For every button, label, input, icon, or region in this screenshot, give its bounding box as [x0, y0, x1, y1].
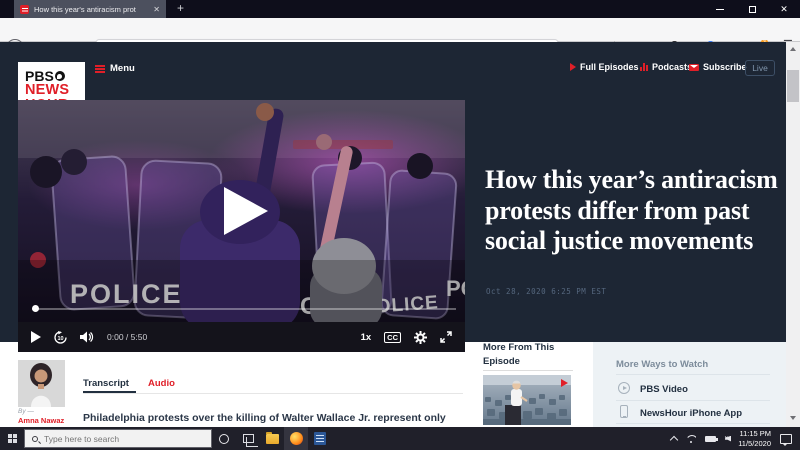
sidebar-item-pbs-video[interactable]: PBS Video: [640, 384, 688, 395]
scroll-up-arrow[interactable]: [790, 47, 796, 51]
author-photo[interactable]: [18, 360, 65, 412]
scrollbar-thumb[interactable]: [787, 70, 799, 102]
browser-titlebar: How this year's antiracism prot ✕ + ✕: [0, 0, 800, 18]
logo-news-text: NEWS: [25, 83, 85, 98]
video-player[interactable]: POLICE POLICE POLICE POLICE: [18, 100, 465, 352]
start-button[interactable]: [0, 427, 24, 450]
window-minimize-button[interactable]: [704, 0, 736, 18]
episode-play-icon: [561, 379, 568, 387]
rewind-10-icon[interactable]: 10: [54, 331, 67, 344]
cortana-icon: [219, 434, 229, 444]
site-favicon: [20, 5, 29, 14]
fullscreen-icon[interactable]: [440, 331, 452, 343]
firefox-icon: [290, 432, 303, 445]
play-button-icon[interactable]: [31, 331, 41, 343]
word-taskbar-button[interactable]: [308, 427, 332, 450]
tab-close-icon[interactable]: ✕: [153, 5, 160, 14]
video-progress-bar[interactable]: [32, 308, 456, 310]
windows-taskbar: ✕ 11:15 PM 11/5/2020: [0, 427, 800, 450]
battery-icon[interactable]: [705, 436, 716, 442]
play-icon: [570, 63, 576, 71]
rewind-number: 10: [58, 336, 64, 342]
closed-captions-button[interactable]: CC: [384, 332, 401, 343]
article-date: Oct 28, 2020 6:25 PM EST: [486, 287, 606, 296]
word-icon: [314, 432, 326, 445]
file-explorer-button[interactable]: [260, 427, 284, 450]
byline-prefix: By —: [18, 408, 34, 415]
podcasts-link[interactable]: Podcasts: [640, 62, 692, 72]
divider: [616, 400, 770, 401]
browser-toolbar: ← → ⟳ ⌂ https://www.pbs.org/newshour/sho…: [0, 18, 800, 42]
hidden-icons-chevron[interactable]: [670, 436, 678, 444]
tab-audio[interactable]: Audio: [148, 378, 175, 389]
volume-muted-button[interactable]: ✕: [725, 435, 729, 442]
envelope-icon: [689, 64, 699, 71]
cortana-button[interactable]: [212, 427, 236, 450]
divider: [83, 393, 463, 394]
network-icon[interactable]: [686, 435, 696, 443]
tab-transcript[interactable]: Transcript: [83, 378, 129, 389]
search-input[interactable]: [44, 434, 194, 444]
task-view-icon: [243, 434, 254, 443]
menu-hamburger-icon: [95, 65, 105, 73]
full-episodes-label: Full Episodes: [580, 62, 639, 72]
menu-label: Menu: [110, 63, 135, 74]
folder-icon: [266, 434, 279, 444]
maximize-icon: [749, 6, 756, 13]
video-thumbnail: POLICE POLICE POLICE POLICE: [18, 100, 465, 322]
taskbar-clock[interactable]: 11:15 PM 11/5/2020: [738, 429, 771, 449]
video-time-display: 0:00 / 5:50: [107, 332, 147, 342]
firefox-taskbar-button[interactable]: [284, 427, 308, 450]
podcast-bars-icon: [640, 63, 648, 71]
transcript-excerpt: Philadelphia protests over the killing o…: [83, 412, 483, 424]
more-from-episode-heading: More From This Episode: [483, 341, 583, 369]
taskbar-search[interactable]: [24, 429, 212, 448]
author-link[interactable]: Amna Nawaz: [18, 416, 64, 425]
windows-logo-icon: [8, 434, 17, 443]
pbs-video-icon: [618, 382, 630, 394]
subscribe-label: Subscribe: [703, 62, 747, 72]
window-close-button[interactable]: ✕: [768, 0, 800, 18]
pbs-face-icon: [55, 71, 65, 81]
window-controls: ✕: [704, 0, 800, 18]
site-menu-button[interactable]: Menu: [95, 63, 135, 74]
settings-gear-icon[interactable]: [414, 331, 427, 344]
iphone-app-icon: [620, 405, 628, 418]
podcasts-label: Podcasts: [652, 62, 692, 72]
sidebar-item-iphone-app[interactable]: NewsHour iPhone App: [640, 408, 742, 419]
video-controls-bar: 10 0:00 / 5:50 1x CC: [18, 322, 465, 352]
playback-speed-button[interactable]: 1x: [361, 332, 372, 343]
divider: [616, 423, 770, 424]
live-button[interactable]: Live: [745, 60, 775, 76]
episode-thumbnail[interactable]: [483, 375, 571, 430]
tab-title: How this year's antiracism prot: [34, 5, 148, 14]
article-title: How this year’s antiracism protests diff…: [485, 165, 785, 257]
new-tab-button[interactable]: +: [173, 1, 188, 16]
more-ways-heading: More Ways to Watch: [616, 359, 708, 370]
volume-icon[interactable]: [80, 331, 94, 343]
divider: [616, 374, 770, 375]
logo-pbs-text: PBS: [25, 69, 54, 83]
video-progress-handle[interactable]: [32, 305, 39, 312]
full-episodes-link[interactable]: Full Episodes: [570, 62, 639, 72]
task-view-button[interactable]: [236, 427, 260, 450]
minimize-icon: [716, 9, 724, 10]
scroll-down-arrow[interactable]: [790, 416, 796, 420]
screen: How this year's antiracism prot ✕ + ✕ ← …: [0, 0, 800, 450]
clock-time: 11:15 PM: [738, 429, 771, 439]
divider: [483, 370, 573, 371]
system-tray: ✕ 11:15 PM 11/5/2020: [671, 429, 800, 449]
window-maximize-button[interactable]: [736, 0, 768, 18]
browser-tab[interactable]: How this year's antiracism prot ✕: [14, 0, 166, 18]
action-center-icon[interactable]: [780, 434, 792, 444]
search-icon: [32, 436, 38, 442]
subscribe-link[interactable]: Subscribe: [689, 62, 747, 72]
clock-date: 11/5/2020: [738, 439, 771, 449]
